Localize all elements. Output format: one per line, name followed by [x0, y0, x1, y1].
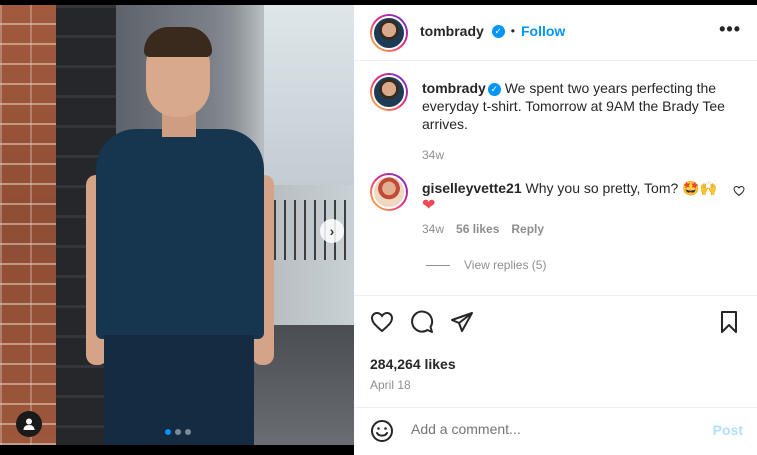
post-date: April 18 [370, 378, 411, 392]
header-separator: • [510, 24, 515, 38]
comment-bubble-icon[interactable] [410, 310, 434, 334]
post-header: tombrady ✓ • Follow ••• [354, 5, 757, 61]
user-icon [23, 418, 35, 430]
post-caption: tombrady ✓ We spent two years perfecting … [422, 79, 732, 164]
view-replies-label: View replies (5) [464, 258, 547, 272]
author-avatar[interactable] [370, 14, 408, 52]
carousel-dot [175, 429, 181, 435]
person-shirt [96, 129, 264, 339]
comment-text: Why you so pretty, Tom? 🤩🙌 [525, 180, 718, 196]
comment-like-icon[interactable] [733, 185, 745, 197]
heart-reaction-icon: ❤ [422, 197, 436, 214]
post-comment-button[interactable]: Post [713, 422, 743, 438]
like-count[interactable]: 284,264 likes [370, 356, 456, 372]
commenter-avatar-image [372, 175, 406, 209]
tagged-user-button[interactable] [16, 411, 42, 437]
person-hair [144, 27, 212, 57]
author-username[interactable]: tombrady [420, 23, 484, 39]
person-figure [78, 25, 283, 445]
verified-icon: ✓ [491, 24, 505, 38]
comment-composer: Post [354, 407, 757, 455]
carousel-dot [185, 429, 191, 435]
brick-wall [0, 5, 64, 445]
comment-likes[interactable]: 56 likes [456, 222, 499, 236]
comment: giselleyvette21 Why you so pretty, Tom? … [422, 179, 722, 215]
carousel-dot [165, 429, 171, 435]
post-detail-panel: tombrady ✓ • Follow ••• tombrady ✓ We spe… [354, 5, 757, 455]
caption-avatar[interactable] [370, 73, 408, 111]
header-author-row: tombrady ✓ • Follow [420, 23, 565, 39]
post-actions: 284,264 likes April 18 [354, 295, 757, 407]
reply-button[interactable]: Reply [511, 222, 544, 236]
like-heart-icon[interactable] [370, 310, 394, 334]
comment-meta: 34w 56 likes Reply [422, 222, 544, 236]
more-options-icon[interactable]: ••• [719, 19, 741, 40]
follow-button[interactable]: Follow [521, 23, 565, 39]
verified-icon: ✓ [487, 82, 501, 96]
comment-age: 34w [422, 222, 445, 236]
save-bookmark-icon[interactable] [717, 310, 741, 334]
caption-age: 34w [422, 148, 445, 162]
emoji-smile-icon[interactable] [370, 419, 394, 443]
comment-input[interactable] [411, 421, 691, 437]
caption-avatar-image [372, 75, 406, 109]
caption-username[interactable]: tombrady [422, 80, 486, 96]
comment-username[interactable]: giselleyvette21 [422, 180, 522, 196]
commenter-avatar[interactable] [370, 173, 408, 211]
view-replies-button[interactable]: View replies (5) [426, 258, 546, 272]
author-avatar-image [372, 16, 406, 50]
carousel-dots [165, 429, 191, 435]
post-photo[interactable]: › [0, 5, 354, 445]
carousel-next-button[interactable]: › [320, 219, 344, 243]
share-paper-plane-icon[interactable] [450, 310, 474, 334]
replies-divider [426, 264, 450, 266]
